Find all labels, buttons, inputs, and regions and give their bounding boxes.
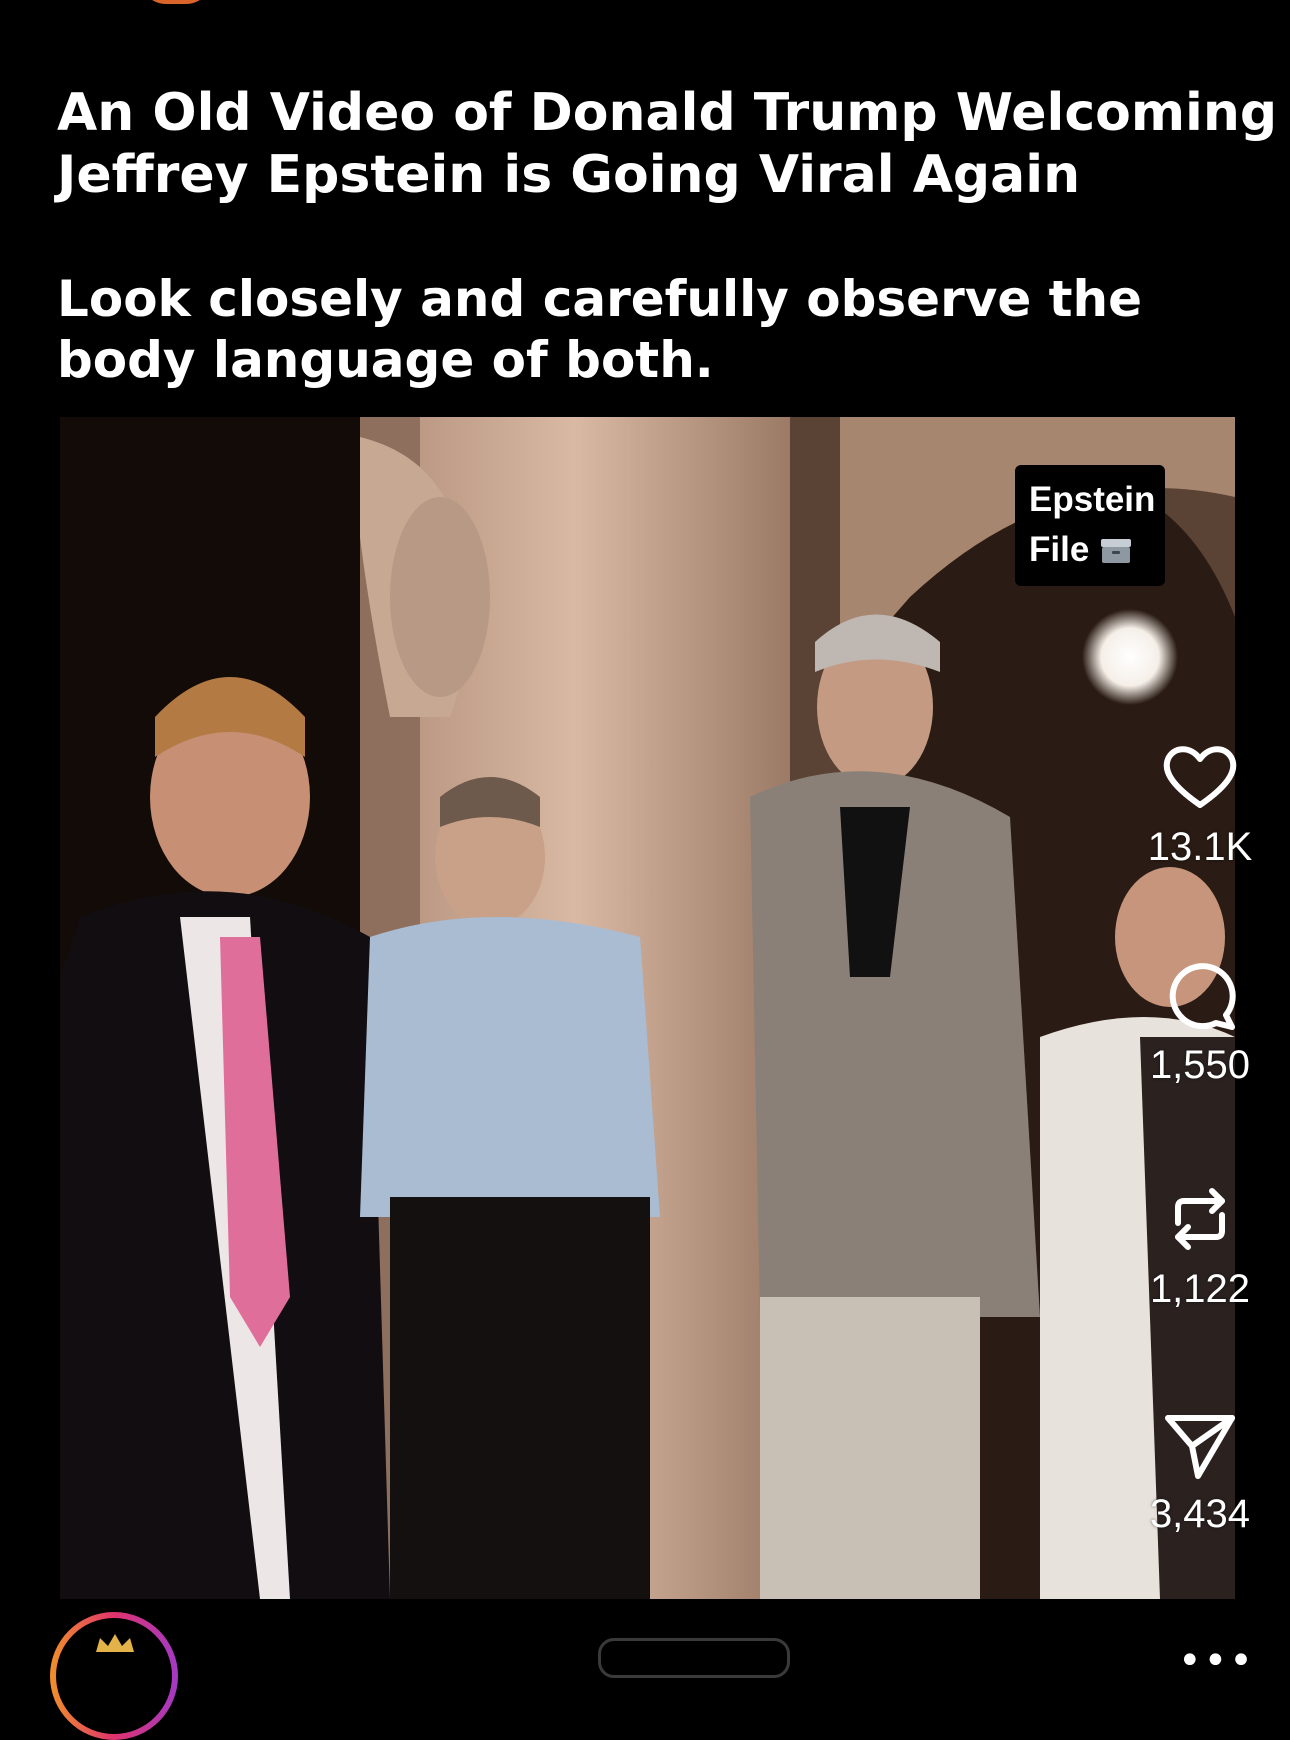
comment-bubble-icon [1169, 963, 1236, 1030]
more-dots-icon[interactable]: ••• [1178, 1638, 1255, 1684]
bottom-handle-pill[interactable] [598, 1638, 790, 1678]
post-subtext: Look closely and carefully observe the b… [57, 269, 1257, 391]
overlay-line-2: File [1029, 530, 1090, 569]
post-headline: An Old Video of Donald Trump Welcoming J… [57, 82, 1278, 206]
top-avatar-edge[interactable] [140, 0, 212, 4]
comment-button[interactable]: 1,550 [1125, 953, 1275, 1087]
repost-button[interactable]: 1,122 [1125, 1177, 1275, 1311]
author-avatar[interactable] [50, 1612, 178, 1740]
like-count: 13.1K [1147, 825, 1253, 869]
repost-icon [1175, 1188, 1225, 1250]
overlay-line-1: Epstein [1029, 480, 1156, 519]
subtext-line-1: Look closely and carefully observe the [57, 270, 1143, 328]
crown-icon [96, 1634, 134, 1652]
comment-count: 1,550 [1149, 1043, 1251, 1087]
overlay-line-2-row: File [1029, 525, 1165, 575]
send-icon [1165, 1415, 1235, 1479]
share-count: 3,434 [1149, 1492, 1251, 1536]
repost-count: 1,122 [1149, 1267, 1251, 1311]
card-file-box-icon [1101, 539, 1132, 563]
headline-line-2: Jeffrey Epstein is Going Viral Again [57, 145, 1081, 205]
headline-line-1: An Old Video of Donald Trump Welcoming [57, 83, 1278, 143]
like-button[interactable]: 13.1K [1125, 735, 1275, 869]
share-button[interactable]: 3,434 [1125, 1402, 1275, 1536]
heart-icon [1163, 746, 1237, 808]
video-frame [60, 417, 1235, 1599]
video-player[interactable] [60, 417, 1235, 1599]
video-overlay-label: Epstein File [1015, 465, 1165, 586]
subtext-line-2: body language of both. [57, 331, 714, 389]
